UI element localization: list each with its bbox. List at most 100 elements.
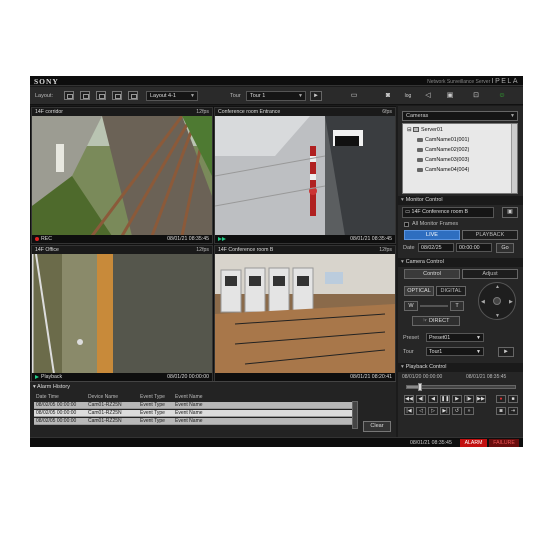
speed-icon[interactable]: » — [464, 407, 474, 415]
jump-end-icon[interactable]: ▶| — [440, 407, 450, 415]
camera-icon[interactable]: ◙ — [382, 91, 394, 101]
timeline-knob[interactable] — [417, 383, 422, 391]
direct-button[interactable]: ☞ DIRECT — [412, 316, 460, 326]
tour-select[interactable]: Tour 1 ▼ — [246, 91, 306, 101]
camera-control-header[interactable]: Camera Control — [398, 258, 523, 267]
camera-control-title: Camera Control — [405, 259, 444, 265]
table-row[interactable]: 08/02/05 00:00:00 Cam01-RZ25N Event Type… — [34, 402, 352, 409]
zoom-tele-button[interactable]: T — [450, 301, 464, 311]
reverse-play-icon[interactable]: ◀ — [428, 395, 438, 403]
camera-feed-corridor — [32, 116, 212, 236]
layout-3x3-button[interactable] — [96, 91, 106, 100]
export-icon[interactable]: ⇥ — [508, 407, 518, 415]
slow-forward-icon[interactable]: ▷ — [428, 407, 438, 415]
digital-button[interactable]: DIGITAL — [436, 286, 466, 296]
monitor-select[interactable]: ▭ 14F Conference room B — [402, 207, 494, 218]
layout-b-button[interactable] — [128, 91, 138, 100]
monitor-frames-icon[interactable]: ▣ — [502, 207, 518, 218]
speaker-icon[interactable]: ◁ — [422, 91, 434, 101]
clear-button[interactable]: Clear — [363, 421, 391, 432]
failure-badge[interactable]: FAILURE — [489, 439, 519, 447]
camera-tile-conference-entrance[interactable]: Conference room Entrance 6fps 08/01/21 0… — [214, 107, 396, 244]
ptz-tour-select[interactable]: Tour1 ▼ — [426, 347, 484, 356]
user-status-icon[interactable]: ☺ — [496, 91, 508, 101]
table-row[interactable]: 08/02/05 00:00:00 Cam01-RZ25N Event Type… — [34, 410, 352, 417]
product-subtitle: Network Surveillance Server — [427, 79, 491, 85]
camera-tile-conference-b[interactable]: 14F Conference room B 12fps 08/01/21 08:… — [214, 245, 396, 382]
layout-select-value: Layout 4-1 — [150, 93, 176, 99]
briefcase-icon[interactable]: ▣ — [444, 91, 456, 101]
preset-select[interactable]: Preset01 ▼ — [426, 333, 484, 342]
tree-item[interactable]: CamName01(001) — [417, 137, 469, 144]
go-button[interactable]: Go — [496, 243, 514, 253]
stop-icon[interactable]: ■ — [508, 395, 518, 403]
optical-button[interactable]: OPTICAL — [404, 286, 434, 296]
skip-forward-icon[interactable]: ▶▶ — [476, 395, 486, 403]
cameras-select[interactable]: Cameras ▼ — [402, 111, 518, 121]
camera-name: 14F Office — [35, 247, 59, 253]
skip-back-icon[interactable]: ◀◀ — [404, 395, 414, 403]
frame-back-icon[interactable]: ◀| — [416, 395, 426, 403]
ptz-tour-play-button[interactable]: ► — [498, 347, 514, 357]
camera-name: 14F corridor — [35, 109, 63, 115]
layout-a-button[interactable] — [112, 91, 122, 100]
tree-server[interactable]: ⊟ Server01 — [407, 127, 443, 134]
layout-2x2-button[interactable] — [80, 91, 90, 100]
tour-select-value: Tour 1 — [250, 93, 266, 99]
frame-forward-icon[interactable]: |▶ — [464, 395, 474, 403]
jump-start-icon[interactable]: |◀ — [404, 407, 414, 415]
monitor-icon[interactable]: ▭ — [348, 91, 360, 101]
snapshot-icon[interactable]: ◙ — [496, 407, 506, 415]
date-input[interactable]: 08/02/25 — [418, 243, 454, 252]
cameras-select-value: Cameras — [406, 113, 429, 119]
table-row[interactable]: 08/02/05 00:00:00 Cam01-RZ25N Event Type… — [34, 418, 352, 425]
playback-timeline[interactable] — [406, 383, 516, 391]
direct-label: DIRECT — [428, 318, 450, 324]
column-header[interactable]: Event Type — [140, 394, 165, 401]
layout-select[interactable]: Layout 4-1 ▼ — [146, 91, 198, 101]
column-header[interactable]: Device Name — [88, 394, 118, 401]
zoom-wide-button[interactable]: W — [404, 301, 418, 311]
arrow-up-icon[interactable]: ▲ — [495, 284, 500, 290]
tab-adjust[interactable]: Adjust — [462, 269, 518, 279]
zoom-slider[interactable] — [420, 305, 448, 307]
settings-icon[interactable]: ⊡ — [470, 91, 482, 101]
record-icon[interactable]: ● — [496, 395, 506, 403]
arrow-left-icon[interactable]: ◀ — [481, 299, 485, 305]
all-frames-checkbox[interactable] — [404, 222, 409, 227]
column-header[interactable]: Event Name — [175, 394, 203, 401]
tour-play-button[interactable]: ► — [310, 91, 322, 101]
alarm-scrollbar[interactable] — [352, 401, 358, 429]
tree-item[interactable]: CamName04(004) — [417, 167, 469, 174]
live-button[interactable]: LIVE — [404, 230, 460, 240]
chevron-down-icon: ▼ — [476, 335, 481, 341]
playback-button[interactable]: PLAYBACK — [462, 230, 518, 240]
playback-control-header[interactable]: Playback Control — [398, 363, 523, 372]
tree-scrollbar[interactable] — [511, 124, 517, 193]
layout-1x1-button[interactable] — [64, 91, 74, 100]
camera-tile-corridor[interactable]: 14F corridor 12fps REC 08/01/21 08:35:45 — [31, 107, 213, 244]
column-header[interactable]: Date Time — [36, 394, 59, 401]
camera-grid: 14F corridor 12fps REC 08/01/21 08:35:45… — [30, 106, 396, 382]
camera-tile-office[interactable]: 14F Office 12fps Playback 08/01/20 00:00… — [31, 245, 213, 382]
arrow-right-icon[interactable]: ▶ — [509, 299, 513, 305]
alarm-badge[interactable]: ALARM — [460, 439, 487, 447]
pause-icon[interactable]: ❚❚ — [440, 395, 450, 403]
joystick-center[interactable] — [493, 297, 501, 305]
time-input[interactable]: 00:00:00 — [456, 243, 492, 252]
tree-item[interactable]: CamName02(002) — [417, 147, 469, 154]
log-icon[interactable]: log — [402, 91, 414, 101]
server-icon — [413, 127, 420, 133]
monitor-control-header[interactable]: Monitor Control — [398, 196, 523, 205]
monitor-select-value: 14F Conference room B — [411, 209, 469, 215]
tree-server-label: Server01 — [421, 127, 443, 133]
preset-label: Preset — [403, 335, 419, 341]
loop-icon[interactable]: ↺ — [452, 407, 462, 415]
slow-back-icon[interactable]: ◁ — [416, 407, 426, 415]
play-icon[interactable]: ▶ — [452, 395, 462, 403]
arrow-down-icon[interactable]: ▼ — [495, 313, 500, 319]
tree-item[interactable]: CamName03(003) — [417, 157, 469, 164]
ptz-joystick[interactable]: ▲ ▼ ◀ ▶ — [478, 282, 516, 320]
playback-icon — [35, 374, 39, 379]
tab-control[interactable]: Control — [404, 269, 460, 279]
